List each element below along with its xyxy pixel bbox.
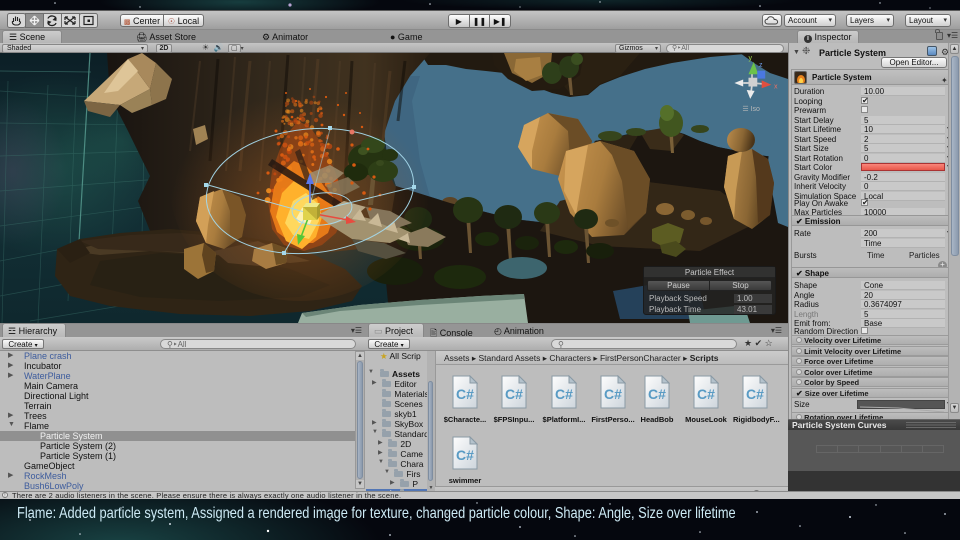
svg-text:C#: C# (555, 386, 573, 402)
svg-text:C#: C# (697, 386, 715, 402)
svg-text:C#: C# (456, 447, 474, 463)
svg-text:y: y (748, 55, 752, 62)
svg-text:z: z (759, 62, 763, 69)
svg-text:☰ Iso: ☰ Iso (742, 106, 760, 113)
svg-text:C#: C# (604, 386, 622, 402)
svg-text:C#: C# (456, 386, 474, 402)
svg-text:C#: C# (505, 386, 523, 402)
svg-text:C#: C# (746, 386, 764, 402)
svg-text:x: x (774, 83, 778, 90)
svg-text:C#: C# (648, 386, 666, 402)
